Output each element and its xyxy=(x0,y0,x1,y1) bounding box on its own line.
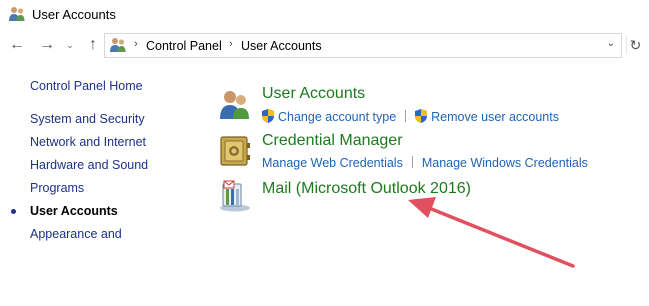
annotation-arrow-icon xyxy=(408,197,575,268)
